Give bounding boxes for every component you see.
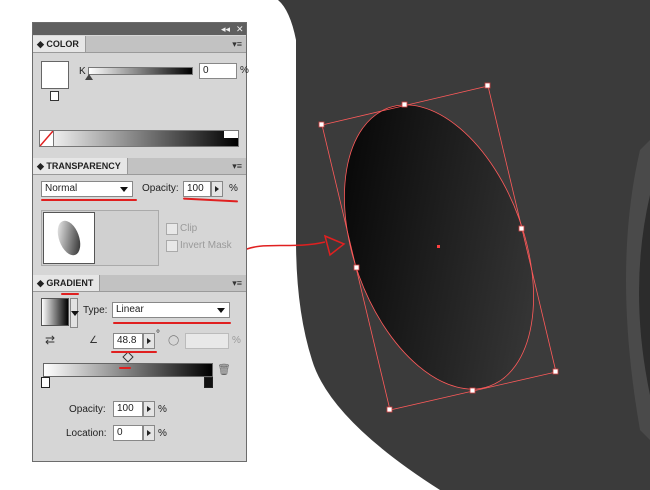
aspect-unit: % (232, 335, 241, 346)
stop-opacity-stepper[interactable] (143, 401, 155, 417)
gradient-stop-black[interactable] (204, 377, 213, 388)
transparency-tab-label: TRANSPARENCY (46, 161, 121, 171)
type-label: Type: (83, 305, 108, 316)
annotation-underline (119, 367, 131, 369)
opacity-unit: % (229, 183, 238, 194)
mask-area (41, 210, 159, 266)
close-icon[interactable]: ✕ (236, 23, 244, 35)
location-unit: % (158, 428, 167, 439)
collapse-icon[interactable]: ◆ (37, 39, 46, 49)
k-value-field[interactable]: 0 (199, 63, 237, 79)
chevron-down-icon (217, 308, 225, 313)
annotation-underline (113, 322, 231, 324)
gradient-slider[interactable] (43, 363, 213, 377)
degree-symbol: ° (156, 329, 160, 340)
invert-mask-checkbox[interactable] (166, 240, 178, 252)
blend-mode-value: Normal (45, 183, 78, 194)
collapse-icon[interactable]: ◆ (37, 278, 46, 288)
chevron-down-icon (120, 187, 128, 192)
blend-mode-select[interactable]: Normal (41, 181, 133, 197)
stop-opacity-label: Opacity: (69, 404, 106, 415)
slider-handle-icon[interactable] (85, 74, 93, 80)
color-panel-header: ◆ COLOR ▾≡ (33, 36, 246, 53)
panel-menu-icon[interactable]: ▾≡ (232, 161, 242, 171)
location-field[interactable]: 0 (113, 425, 143, 441)
annotation-underline (111, 351, 157, 353)
gradient-tab-label: GRADIENT (46, 278, 94, 288)
warning-icon[interactable] (50, 91, 59, 101)
gradient-type-value: Linear (116, 304, 144, 315)
midpoint-diamond-icon[interactable] (122, 351, 134, 363)
clip-label: Clip (180, 223, 198, 234)
invert-mask-label: Invert Mask (180, 240, 232, 251)
opacity-stepper[interactable] (211, 181, 223, 197)
panel-title-bar[interactable]: ◂◂ ✕ (33, 23, 246, 35)
color-spectrum-bar[interactable] (39, 130, 239, 147)
stop-opacity-field[interactable]: 100 (113, 401, 143, 417)
clip-checkbox[interactable] (166, 223, 178, 235)
location-stepper[interactable] (143, 425, 155, 441)
white-swatch[interactable] (224, 131, 238, 138)
tab-transparency[interactable]: ◆ TRANSPARENCY (33, 158, 128, 174)
double-arrow-icon[interactable]: ◂◂ (221, 23, 230, 35)
collapse-icon[interactable]: ◆ (37, 161, 46, 171)
stop-opacity-unit: % (158, 404, 167, 415)
k-unit: % (240, 65, 249, 76)
trash-icon[interactable]: 🗑 (217, 363, 231, 376)
location-label: Location: (66, 428, 107, 439)
reverse-gradient-icon[interactable]: ⇄ (45, 333, 55, 347)
tab-gradient[interactable]: ◆ GRADIENT (33, 275, 101, 291)
tab-color[interactable]: ◆ COLOR (33, 36, 86, 52)
opacity-field[interactable]: 100 (183, 181, 211, 197)
angle-stepper[interactable] (143, 333, 155, 349)
center-point (437, 245, 440, 248)
gradient-swatch[interactable] (41, 298, 69, 326)
k-slider[interactable] (88, 67, 193, 75)
aspect-ratio-field (185, 333, 229, 349)
angle-icon: ∠ (89, 335, 98, 346)
chevron-down-icon (71, 311, 79, 316)
annotation-underline (182, 197, 239, 203)
transparency-panel-header: ◆ TRANSPARENCY ▾≡ (33, 158, 246, 175)
gradient-stop-white[interactable] (41, 377, 50, 388)
gradient-panel-header: ◆ GRADIENT ▾≡ (33, 275, 246, 292)
panel-menu-icon[interactable]: ▾≡ (232, 278, 242, 288)
panel-stack: ◂◂ ✕ ◆ COLOR ▾≡ K 0 % ◆ TRANSPARENCY ▾≡ … (32, 22, 249, 462)
gradient-swatch-dropdown[interactable] (70, 298, 79, 328)
color-tab-label: COLOR (46, 39, 79, 49)
object-thumbnail[interactable] (43, 212, 95, 264)
angle-field[interactable]: 48.8 (113, 333, 143, 349)
annotation-underline (41, 199, 137, 201)
aspect-ratio-icon: ◯ (168, 335, 180, 346)
none-swatch-icon[interactable] (39, 130, 54, 147)
panel-menu-icon[interactable]: ▾≡ (232, 39, 242, 49)
annotation-underline (61, 293, 79, 295)
opacity-label: Opacity: (142, 183, 179, 194)
fill-swatch[interactable] (41, 61, 69, 89)
gradient-type-select[interactable]: Linear (112, 302, 230, 318)
